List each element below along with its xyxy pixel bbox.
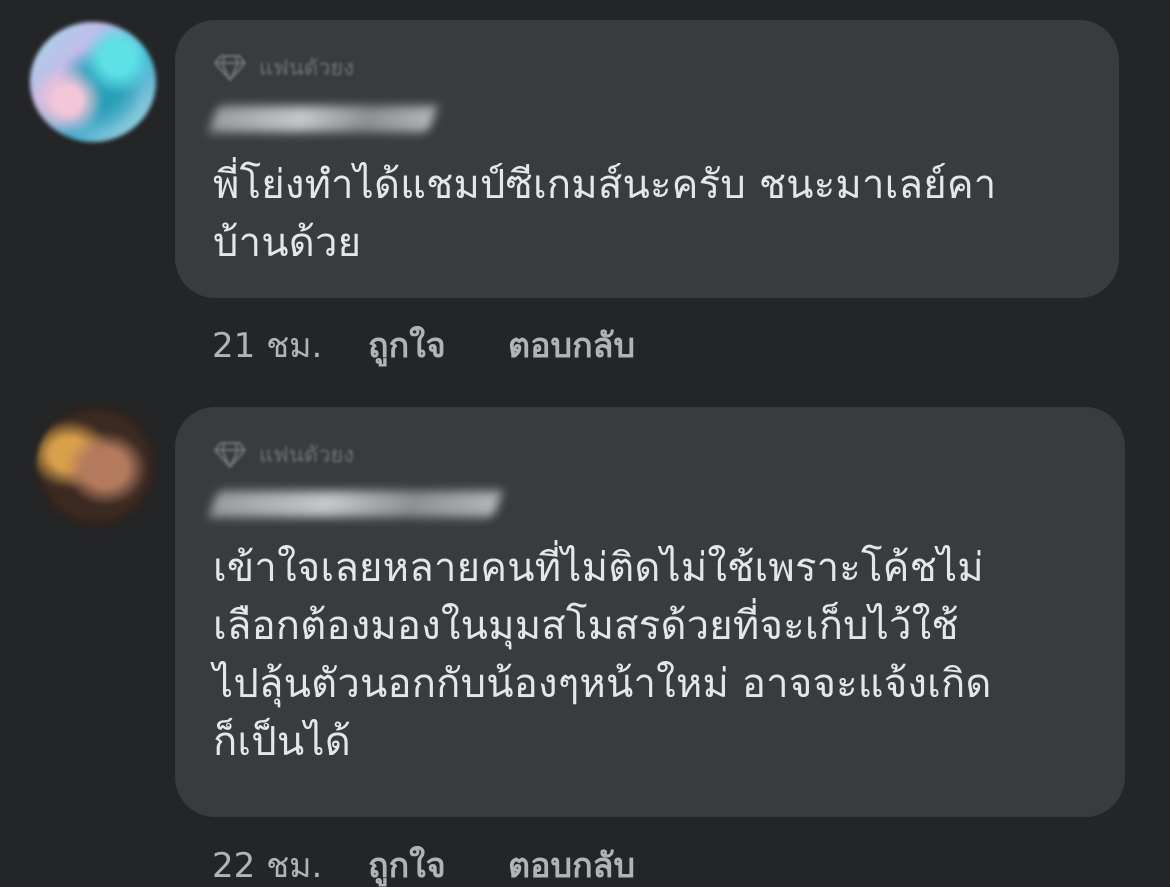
diamond-icon — [213, 54, 247, 81]
comment-text: พี่โย่งทำได้แชมป์ซีเกมส์นะครับ ชนะมาเลย์… — [213, 162, 997, 266]
like-button[interactable]: ถูกใจ — [368, 318, 508, 372]
author-name-blurred[interactable] — [208, 487, 513, 521]
badge-label: แฟนตัวยง — [259, 56, 355, 81]
author-name-blurred[interactable] — [208, 102, 453, 136]
comment-time[interactable]: 22 ชม. — [212, 838, 368, 887]
like-button[interactable]: ถูกใจ — [368, 838, 508, 887]
comment-text: เข้าใจเลยหลายคนที่ไม่ติดไม่ใช้เพราะโค้ชไ… — [213, 545, 992, 765]
avatar[interactable] — [36, 406, 156, 526]
reply-button[interactable]: ตอบกลับ — [508, 838, 635, 887]
diamond-icon — [213, 441, 247, 468]
reply-button[interactable]: ตอบกลับ — [508, 318, 635, 372]
fan-badge: แฟนตัวยง — [213, 437, 354, 472]
comment-meta: 21 ชม. ถูกใจ ตอบกลับ — [212, 318, 635, 372]
badge-label: แฟนตัวยง — [259, 443, 355, 468]
comment-bubble: แฟนตัวยง เข้าใจเลยหลายคนที่ไม่ติดไม่ใช้เ… — [175, 407, 1125, 817]
comment-bubble: แฟนตัวยง พี่โย่งทำได้แชมป์ซีเกมส์นะครับ … — [175, 20, 1119, 298]
comment-time[interactable]: 21 ชม. — [212, 318, 368, 372]
avatar[interactable] — [30, 22, 156, 142]
comment-meta: 22 ชม. ถูกใจ ตอบกลับ — [212, 838, 635, 887]
fan-badge: แฟนตัวยง — [213, 50, 354, 85]
